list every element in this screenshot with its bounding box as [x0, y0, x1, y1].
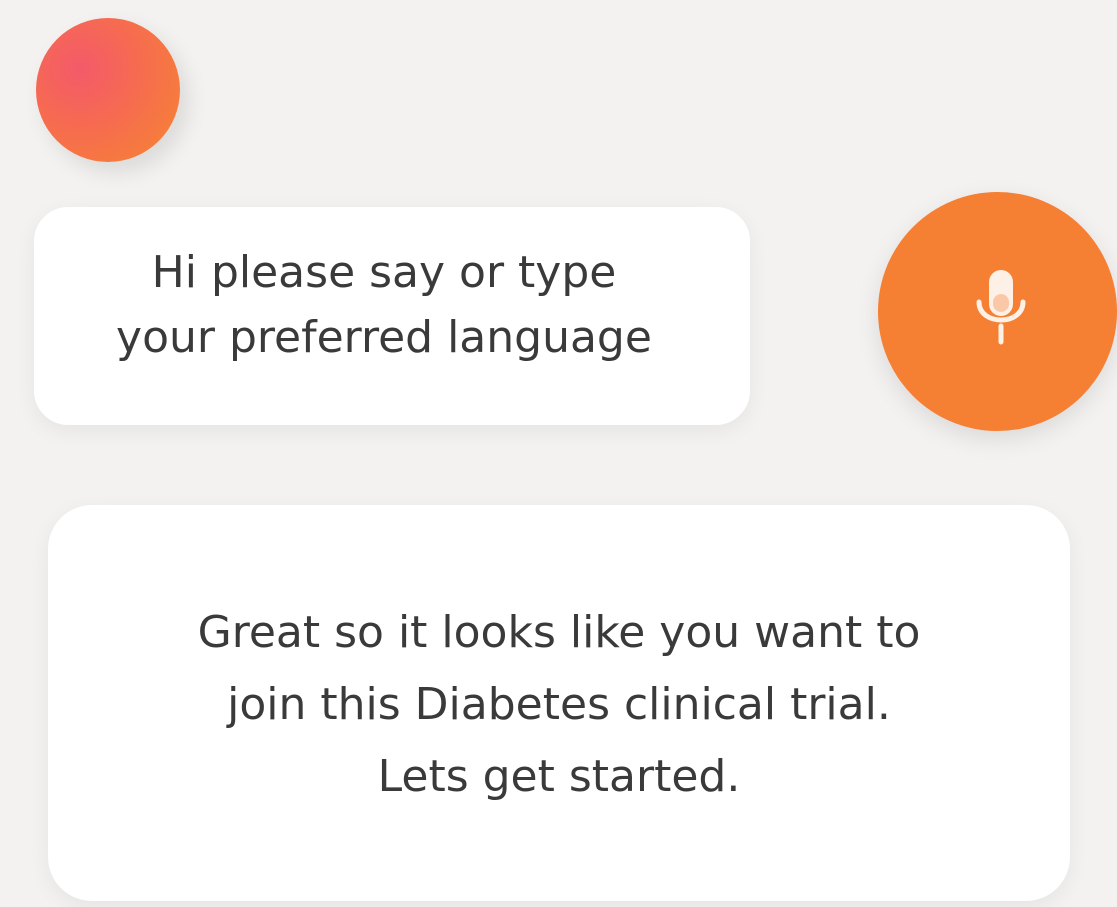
- reply-message-bubble: Great so it looks like you want to join …: [48, 505, 1070, 901]
- assistant-message-bubble: Hi please say or type your preferred lan…: [34, 207, 750, 425]
- microphone-icon: [976, 270, 1026, 345]
- reply-message-line-1: Great so it looks like you want to: [197, 607, 921, 658]
- assistant-avatar: [36, 18, 180, 162]
- reply-message-line-2: join this Diabetes clinical trial.: [227, 679, 891, 730]
- assistant-message-line-2: your preferred language: [116, 312, 652, 363]
- assistant-message-line-1: Hi please say or type: [151, 247, 617, 298]
- reply-message-line-3: Lets get started.: [377, 751, 741, 802]
- microphone-button[interactable]: [878, 192, 1117, 431]
